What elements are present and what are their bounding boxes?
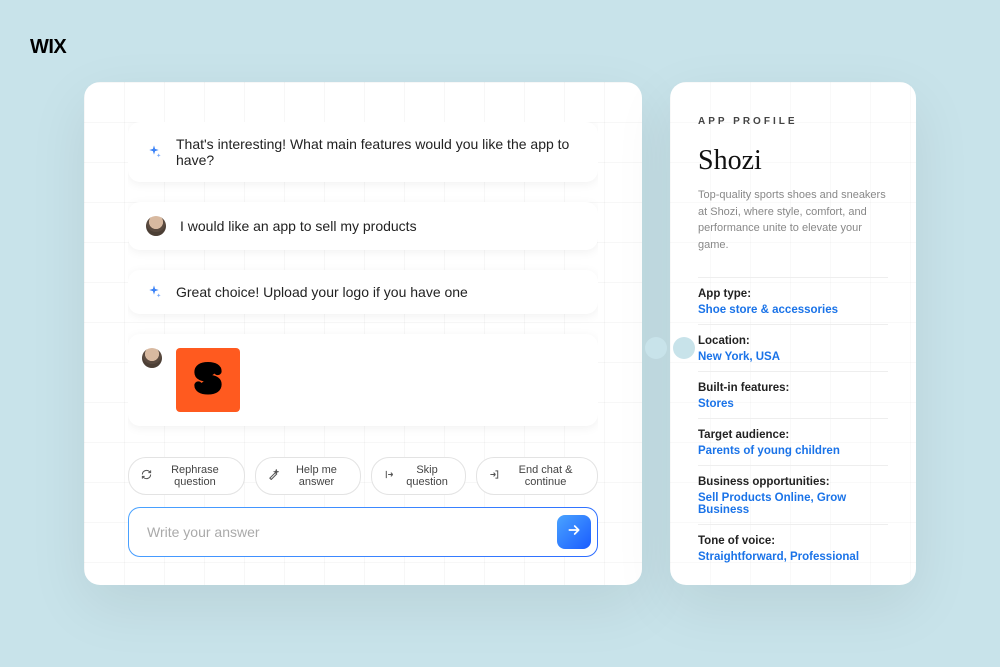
answer-input[interactable]	[133, 512, 557, 552]
field-value[interactable]: Shoe store & accessories	[698, 304, 888, 316]
profile-field-location: Location: New York, USA	[698, 324, 888, 371]
field-value[interactable]: Stores	[698, 398, 888, 410]
answer-input-row	[128, 507, 598, 557]
sparkle-icon	[146, 144, 162, 160]
profile-field-tone: Tone of voice: Straightforward, Professi…	[698, 524, 888, 571]
message-text: I would like an app to sell my products	[180, 218, 417, 234]
chat-panel: That's interesting! What main features w…	[84, 82, 642, 585]
field-value[interactable]: New York, USA	[698, 351, 888, 363]
panel-connector	[646, 326, 694, 370]
profile-field-opportunities: Business opportunities: Sell Products On…	[698, 465, 888, 524]
send-button[interactable]	[557, 515, 591, 549]
message-text: That's interesting! What main features w…	[176, 136, 580, 168]
exit-icon	[489, 469, 500, 483]
field-value[interactable]: Straightforward, Professional	[698, 551, 888, 563]
chat-toolbar: Rephrase question Help me answer Skip qu…	[128, 457, 598, 495]
skip-button[interactable]: Skip question	[371, 457, 466, 495]
uploaded-logo[interactable]	[176, 348, 240, 412]
ai-message: Great choice! Upload your logo if you ha…	[128, 270, 598, 314]
button-label: Skip question	[401, 464, 453, 488]
button-label: Help me answer	[285, 464, 348, 488]
refresh-icon	[141, 469, 152, 483]
chat-messages: That's interesting! What main features w…	[128, 122, 598, 439]
field-value[interactable]: Parents of young children	[698, 445, 888, 457]
rephrase-button[interactable]: Rephrase question	[128, 457, 245, 495]
sparkle-icon	[146, 284, 162, 300]
ai-message: That's interesting! What main features w…	[128, 122, 598, 182]
skip-icon	[384, 469, 395, 483]
field-label: Business opportunities:	[698, 476, 888, 488]
profile-field-builtin: Built-in features: Stores	[698, 371, 888, 418]
profile-field-app-type: App type: Shoe store & accessories	[698, 277, 888, 324]
profile-field-audience: Target audience: Parents of young childr…	[698, 418, 888, 465]
button-label: Rephrase question	[158, 464, 232, 488]
arrow-right-icon	[566, 522, 582, 543]
field-label: App type:	[698, 288, 888, 300]
app-canvas: That's interesting! What main features w…	[84, 82, 916, 585]
button-label: End chat & continue	[506, 464, 585, 488]
field-label: Tone of voice:	[698, 535, 888, 547]
user-message: I would like an app to sell my products	[128, 202, 598, 250]
user-message-image	[128, 334, 598, 426]
user-avatar-icon	[142, 348, 162, 368]
end-chat-button[interactable]: End chat & continue	[476, 457, 598, 495]
wix-logo: WIX	[30, 36, 66, 59]
field-value[interactable]: Sell Products Online, Grow Business	[698, 492, 888, 516]
wand-icon	[268, 469, 279, 483]
message-text: Great choice! Upload your logo if you ha…	[176, 284, 468, 300]
user-avatar-icon	[146, 216, 166, 236]
profile-section-label: APP PROFILE	[698, 116, 888, 127]
field-label: Location:	[698, 335, 888, 347]
profile-title: Shozi	[698, 145, 888, 177]
field-label: Target audience:	[698, 429, 888, 441]
field-label: Built-in features:	[698, 382, 888, 394]
app-profile-panel: APP PROFILE Shozi Top-quality sports sho…	[670, 82, 916, 585]
help-button[interactable]: Help me answer	[255, 457, 361, 495]
profile-description: Top-quality sports shoes and sneakers at…	[698, 187, 888, 253]
